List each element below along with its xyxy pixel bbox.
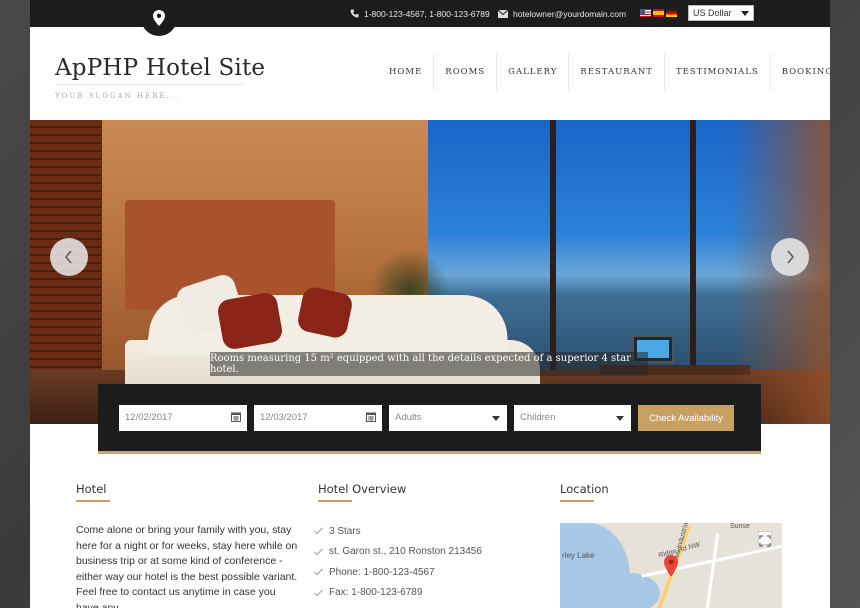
page: 1-800-123-4567, 1-800-123-6789 hotelowne… bbox=[30, 0, 830, 608]
overview-address: st. Garon st., 210 Ronston 213456 bbox=[329, 546, 482, 558]
hero-pillow bbox=[216, 291, 284, 351]
flag-es-icon[interactable] bbox=[653, 9, 664, 17]
map-pin-icon bbox=[153, 10, 165, 26]
language-flags bbox=[640, 9, 677, 17]
map-marker-icon[interactable] bbox=[664, 555, 678, 577]
calendar-icon[interactable] bbox=[231, 412, 241, 422]
list-item: Fax: 1-800-123-6789 bbox=[314, 583, 482, 604]
hero-slider-image bbox=[30, 120, 830, 424]
overview-heading: Hotel Overview bbox=[318, 482, 407, 496]
children-select[interactable]: Children bbox=[514, 405, 631, 431]
hero-mullion bbox=[550, 120, 556, 370]
hero-mullion bbox=[690, 120, 696, 370]
overview-stars: 3 Stars bbox=[329, 525, 361, 537]
flag-en-icon[interactable] bbox=[640, 9, 651, 17]
location-heading: Location bbox=[560, 482, 609, 496]
fullscreen-button[interactable] bbox=[758, 531, 772, 547]
flag-de-icon[interactable] bbox=[666, 9, 677, 17]
location-map[interactable]: rley Lake Ridge Rd NW Tree Industrial Bl… bbox=[560, 523, 782, 608]
chevron-down-icon bbox=[741, 11, 749, 16]
list-item: st. Garon st., 210 Ronston 213456 bbox=[314, 542, 482, 563]
slider-next-button[interactable] bbox=[771, 238, 809, 276]
slider-prev-button[interactable] bbox=[50, 238, 88, 276]
phone-text: 1-800-123-4567, 1-800-123-6789 bbox=[364, 8, 490, 19]
map-road bbox=[703, 533, 720, 608]
chevron-left-icon bbox=[65, 250, 72, 264]
checkmark-icon bbox=[314, 568, 323, 576]
booking-form: 12/02/2017 12/03/2017 Adults Children Ch… bbox=[98, 384, 761, 454]
nav-testimonials[interactable]: TESTIMONIALS bbox=[665, 54, 771, 90]
nav-rooms[interactable]: ROOMS bbox=[434, 54, 498, 90]
heading-underline bbox=[76, 500, 110, 502]
checkmark-icon bbox=[314, 548, 323, 556]
overview-fax: Fax: 1-800-123-6789 bbox=[329, 587, 423, 599]
hotel-heading: Hotel bbox=[76, 482, 107, 496]
map-label: rley Lake bbox=[562, 551, 595, 560]
title-divider bbox=[55, 84, 243, 85]
list-item: 3 Stars bbox=[314, 521, 482, 542]
adults-select[interactable]: Adults bbox=[389, 405, 507, 431]
overview-phone: Phone: 1-800-123-4567 bbox=[329, 566, 435, 578]
phone-icon bbox=[350, 9, 359, 18]
chevron-down-icon bbox=[616, 416, 624, 421]
checkin-date-input[interactable]: 12/02/2017 bbox=[119, 405, 247, 431]
nav-restaurant[interactable]: RESTAURANT bbox=[569, 54, 665, 90]
fullscreen-icon bbox=[759, 535, 771, 547]
email-text: hotelowner@yourdomain.com bbox=[513, 8, 627, 19]
currency-select[interactable]: US Dollar bbox=[688, 5, 754, 21]
checkout-date-input[interactable]: 12/03/2017 bbox=[254, 405, 382, 431]
hotel-description: Come alone or bring your family with you… bbox=[76, 524, 298, 608]
slide-caption: Rooms measuring 15 m² equipped with all … bbox=[210, 352, 648, 376]
calendar-icon[interactable] bbox=[366, 412, 376, 422]
checkmark-icon bbox=[314, 527, 323, 535]
map-label: Sunse bbox=[730, 523, 750, 530]
map-pin-badge[interactable] bbox=[141, 0, 177, 36]
nav-gallery[interactable]: GALLERY bbox=[497, 54, 570, 90]
chevron-down-icon bbox=[492, 416, 500, 421]
phone-contact: 1-800-123-4567, 1-800-123-6789 bbox=[350, 0, 490, 27]
chevron-right-icon bbox=[787, 250, 794, 264]
overview-list: 3 Stars st. Garon st., 210 Ronston 21345… bbox=[314, 521, 482, 603]
checkout-date-value: 12/03/2017 bbox=[260, 412, 308, 423]
main-nav: HOME ROOMS GALLERY RESTAURANT TESTIMONIA… bbox=[378, 54, 830, 90]
children-select-value: Children bbox=[520, 412, 556, 423]
checkin-date-value: 12/02/2017 bbox=[125, 412, 173, 423]
currency-value: US Dollar bbox=[693, 8, 732, 18]
heading-underline bbox=[560, 500, 594, 502]
map-water bbox=[600, 573, 660, 608]
heading-underline bbox=[318, 500, 352, 502]
envelope-icon bbox=[498, 9, 508, 18]
email-contact[interactable]: hotelowner@yourdomain.com bbox=[498, 0, 626, 27]
site-slogan: YOUR SLOGAN HERE... bbox=[55, 92, 180, 100]
site-title[interactable]: ApPHP Hotel Site bbox=[55, 55, 265, 81]
nav-home[interactable]: HOME bbox=[378, 54, 435, 90]
nav-booking[interactable]: BOOKING bbox=[771, 54, 830, 90]
adults-select-value: Adults bbox=[395, 412, 422, 423]
list-item: Phone: 1-800-123-4567 bbox=[314, 562, 482, 583]
check-availability-button[interactable]: Check Availability bbox=[638, 405, 734, 431]
checkmark-icon bbox=[314, 589, 323, 597]
